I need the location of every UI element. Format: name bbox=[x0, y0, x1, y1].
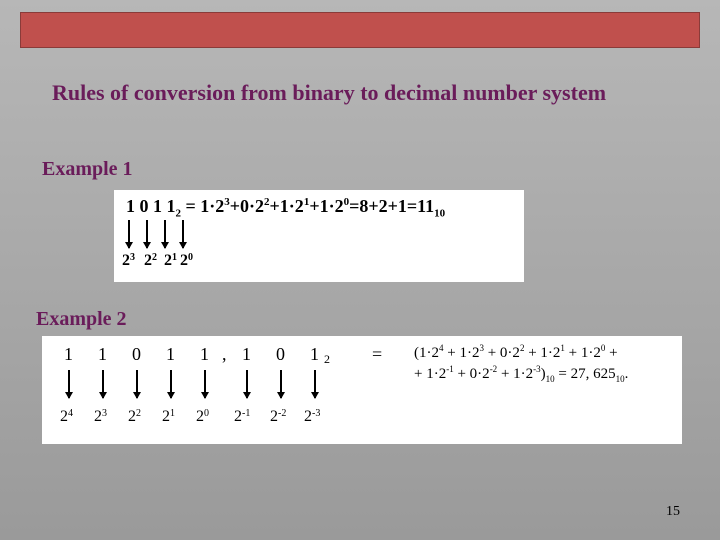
ex1-result-base: 10 bbox=[434, 208, 445, 220]
ex2-f2: 1 bbox=[310, 344, 319, 365]
ex2-w2: 22 bbox=[128, 408, 136, 426]
ex1-d1: 0 bbox=[140, 196, 149, 216]
arrow-icon bbox=[204, 370, 206, 398]
ex2-w4: 20 bbox=[196, 408, 204, 426]
ex1-w0: 23 bbox=[122, 252, 130, 270]
ex1-w3: 20 bbox=[180, 252, 188, 270]
example-2-equals: = bbox=[372, 344, 382, 365]
arrow-icon bbox=[102, 370, 104, 398]
arrow-icon bbox=[68, 370, 70, 398]
ex1-w1: 22 bbox=[144, 252, 152, 270]
example-2-label: Example 2 bbox=[36, 308, 127, 331]
arrow-icon bbox=[136, 370, 138, 398]
ex1-d3: 1 bbox=[167, 196, 176, 216]
arrow-icon bbox=[314, 370, 316, 398]
ex1-base: 2 bbox=[176, 208, 182, 220]
ex2-d3: 1 bbox=[166, 344, 175, 365]
ex2-d4: 1 bbox=[200, 344, 209, 365]
ex1-w2: 21 bbox=[164, 252, 172, 270]
arrow-icon bbox=[128, 220, 130, 248]
ex2-f0: 1 bbox=[242, 344, 251, 365]
ex2-w3: 21 bbox=[162, 408, 170, 426]
ex2-d1: 1 bbox=[98, 344, 107, 365]
ex2-base: 2 bbox=[324, 352, 330, 367]
ex2-w5: 2-1 bbox=[234, 408, 242, 426]
ex2-w6: 2-2 bbox=[270, 408, 278, 426]
example-1-label: Example 1 bbox=[42, 158, 133, 181]
example-1-equation: 1 0 1 12 = 1·23+0·22+1·21+1·20=8+2+1=111… bbox=[126, 196, 445, 220]
ex2-w1: 23 bbox=[94, 408, 102, 426]
arrow-icon bbox=[164, 220, 166, 248]
ex2-d2: 0 bbox=[132, 344, 141, 365]
ex1-d0: 1 bbox=[126, 196, 135, 216]
ex1-expansion-text: 1·23+0·22+1·21+1·20=8+2+1=11 bbox=[200, 196, 434, 216]
slide: Rules of conversion from binary to decim… bbox=[0, 0, 720, 540]
example-2-expansion: (1·24 + 1·23 + 0·22 + 1·21 + 1·20 + + 1·… bbox=[414, 342, 674, 385]
arrow-icon bbox=[280, 370, 282, 398]
ex2-d0: 1 bbox=[64, 344, 73, 365]
arrow-icon bbox=[170, 370, 172, 398]
ex2-w7: 2-3 bbox=[304, 408, 312, 426]
example-2-box: 1 1 0 1 1 , 1 0 1 2 = (1·24 + 1·23 + 0·2… bbox=[42, 336, 682, 444]
ex2-f1: 0 bbox=[276, 344, 285, 365]
arrow-icon bbox=[182, 220, 184, 248]
example-1-box: 1 0 1 12 = 1·23+0·22+1·21+1·20=8+2+1=111… bbox=[114, 190, 524, 282]
ex1-d2: 1 bbox=[153, 196, 162, 216]
accent-bar bbox=[20, 12, 700, 48]
arrow-icon bbox=[246, 370, 248, 398]
page-number: 15 bbox=[666, 504, 680, 520]
page-title: Rules of conversion from binary to decim… bbox=[52, 80, 690, 106]
ex2-sep: , bbox=[222, 344, 227, 365]
ex2-w0: 24 bbox=[60, 408, 68, 426]
arrow-icon bbox=[146, 220, 148, 248]
